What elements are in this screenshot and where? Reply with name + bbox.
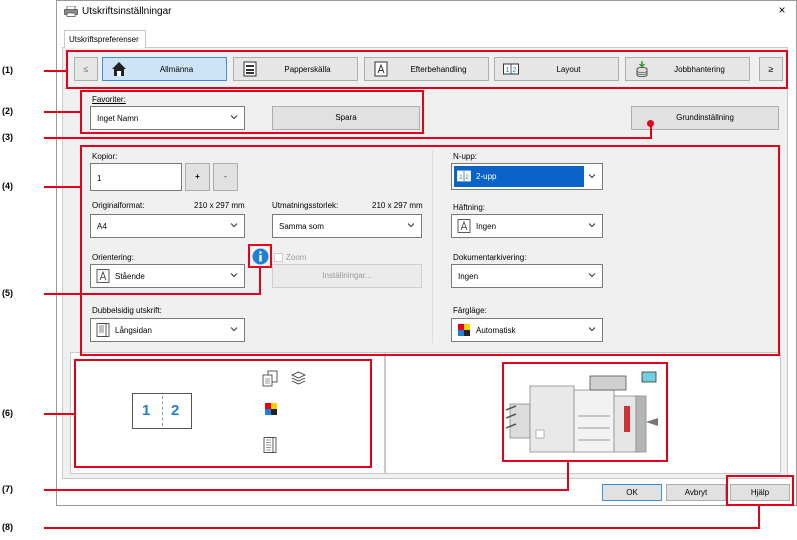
tab-print-preferences[interactable]: Utskriftspreferenser [64, 30, 146, 48]
callout-label-4: (4) [2, 181, 13, 191]
callout-box-1 [66, 50, 788, 89]
leader-line-5 [44, 293, 261, 295]
callout-label-5: (5) [2, 288, 13, 298]
leader-line-7b [567, 461, 569, 491]
callout-box-6 [74, 359, 372, 468]
callout-box-4 [80, 145, 780, 356]
callout-box-2 [80, 90, 424, 134]
leader-line-8b [758, 505, 760, 529]
leader-line-6 [44, 413, 75, 415]
leader-dot-3 [647, 120, 654, 127]
callout-box-8 [726, 475, 794, 506]
leader-line-7 [44, 489, 569, 491]
leader-line-5b [259, 268, 261, 295]
leader-line-8 [44, 527, 760, 529]
close-button[interactable]: × [775, 3, 789, 17]
callout-box-7 [502, 362, 668, 462]
cancel-button[interactable]: Avbryt [666, 484, 726, 501]
callout-label-7: (7) [2, 484, 13, 494]
leader-line-2 [44, 111, 81, 113]
leader-line-1 [44, 70, 67, 72]
leader-line-3 [44, 137, 651, 139]
defaults-button[interactable]: Grundinställning [631, 106, 779, 130]
printer-icon [64, 6, 78, 17]
callout-label-8: (8) [2, 522, 13, 532]
callout-label-2: (2) [2, 106, 13, 116]
callout-label-1: (1) [2, 65, 13, 75]
callout-box-5 [248, 244, 272, 268]
callout-label-3: (3) [2, 132, 13, 142]
callout-label-6: (6) [2, 408, 13, 418]
window-title: Utskriftsinställningar [82, 6, 172, 17]
leader-line-4 [44, 186, 81, 188]
ok-button[interactable]: OK [602, 484, 662, 501]
